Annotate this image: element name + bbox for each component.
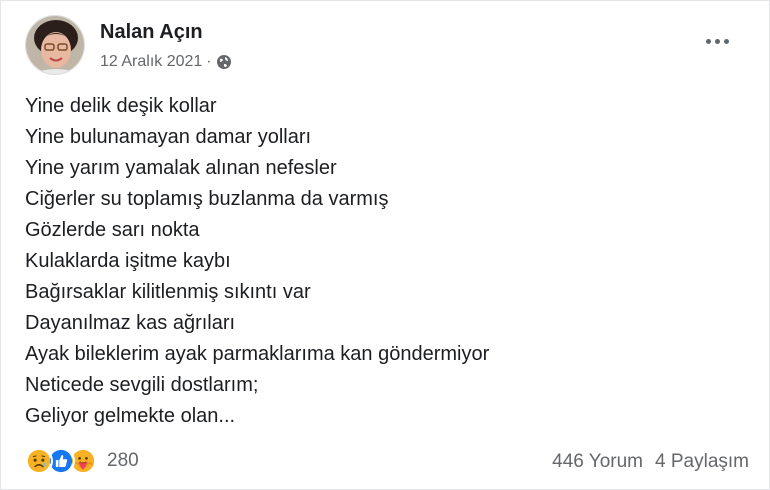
post-line: Ayak bileklerim ayak parmaklarıma kan gö… — [25, 343, 490, 365]
post-line: Dayanılmaz kas ağrıları — [25, 312, 236, 334]
post-header: Nalan Açın 12 Aralık 2021 · — [25, 15, 755, 79]
post-text: Yine delik deşik kollar Yine bulunamayan… — [25, 91, 745, 432]
facebook-post: Nalan Açın 12 Aralık 2021 · Yine delik d… — [0, 0, 770, 490]
post-line: Geliyor gelmekte olan... — [25, 405, 236, 427]
reactions-summary[interactable]: 280 — [25, 447, 139, 475]
sad-reaction-icon — [25, 447, 53, 475]
post-date[interactable]: 12 Aralık 2021 — [100, 53, 202, 71]
post-footer: 280 446 Yorum 4 Paylaşım — [25, 445, 749, 481]
post-line: Gözlerde sarı nokta — [25, 219, 200, 241]
post-line: Ciğerler su toplamış buzlanma da varmış — [25, 188, 389, 210]
comments-count-link[interactable]: 446 Yorum — [552, 451, 643, 473]
post-line: Neticede sevgili dostlarım; — [25, 374, 259, 396]
reaction-count: 280 — [107, 450, 139, 471]
meta-separator: · — [206, 53, 212, 70]
shares-count-link[interactable]: 4 Paylaşım — [655, 451, 749, 473]
avatar[interactable] — [25, 15, 85, 75]
more-options-icon[interactable] — [699, 29, 735, 53]
post-meta: 12 Aralık 2021 · — [100, 53, 232, 71]
author-name[interactable]: Nalan Açın — [100, 21, 203, 44]
post-stats: 446 Yorum 4 Paylaşım — [552, 451, 749, 473]
post-line: Yine yarım yamalak alınan nefesler — [25, 157, 337, 179]
post-line: Yine delik deşik kollar — [25, 95, 217, 117]
globe-icon — [216, 54, 232, 70]
post-line: Kulaklarda işitme kaybı — [25, 250, 231, 272]
post-line: Yine bulunamayan damar yolları — [25, 126, 312, 148]
post-line: Bağırsaklar kilitlenmiş sıkıntı var — [25, 281, 311, 303]
